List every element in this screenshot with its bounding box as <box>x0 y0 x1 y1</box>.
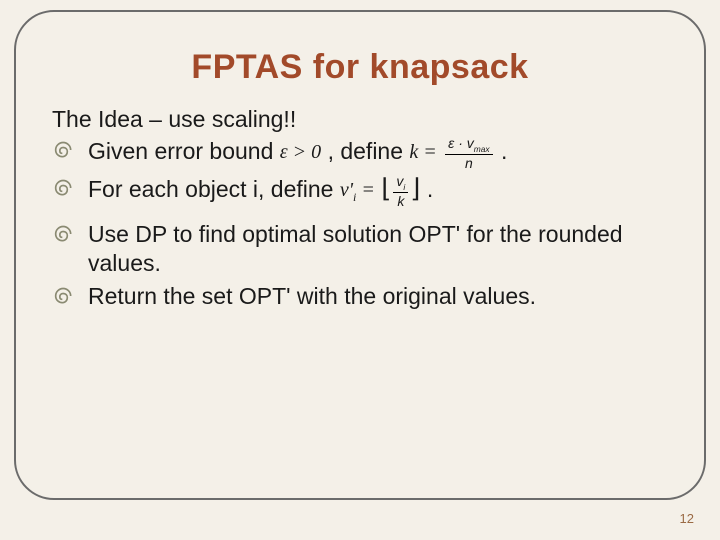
bullet-4: Return the set OPT' with the original va… <box>52 282 668 311</box>
vprime-eq: = <box>361 179 375 201</box>
slide-body: The Idea – use scaling!! Given error bou… <box>52 105 668 310</box>
bullet-1: Given error bound ε > 0 , define k = ε ·… <box>52 136 668 170</box>
lfloor-icon: ⌊ <box>381 175 391 209</box>
bullet-2: For each object i, define v'i = ⌊ vi k ⌋ <box>52 174 668 208</box>
k-den: n <box>445 155 492 170</box>
bullet-3: Use DP to find optimal solution OPT' for… <box>52 220 668 278</box>
intro-text: The Idea – use scaling!! <box>52 105 668 134</box>
k-num-sub: max <box>474 144 490 154</box>
v-num-sub: i <box>403 182 405 192</box>
bullet-list: Given error bound ε > 0 , define k = ε ·… <box>52 136 668 311</box>
slide: FPTAS for knapsack The Idea – use scalin… <box>0 0 720 540</box>
b1-post: . <box>501 138 507 164</box>
b1-mid: , define <box>328 138 410 164</box>
k-num: ε · vmax <box>445 136 492 155</box>
vprime-formula: v'i = <box>340 178 375 205</box>
v-frac: vi k <box>393 174 408 208</box>
vprime: v' <box>340 179 353 201</box>
eps-formula: ε > 0 <box>280 140 321 165</box>
vprime-sub: i <box>353 190 356 204</box>
b1-pre: Given error bound <box>88 138 280 164</box>
k-eq: k = <box>409 140 436 165</box>
k-num-text: ε · v <box>448 135 474 151</box>
rfloor-icon: ⌋ <box>410 175 420 209</box>
slide-frame: FPTAS for knapsack The Idea – use scalin… <box>14 10 706 500</box>
v-den: k <box>393 193 408 208</box>
slide-title: FPTAS for knapsack <box>52 48 668 87</box>
b2-pre: For each object i, define <box>88 176 340 202</box>
floor-expr: ⌊ vi k ⌋ <box>381 174 420 208</box>
k-fraction: ε · vmax n <box>445 136 492 170</box>
page-number: 12 <box>680 511 694 526</box>
v-num: vi <box>393 174 408 193</box>
b2-post: . <box>427 176 433 202</box>
